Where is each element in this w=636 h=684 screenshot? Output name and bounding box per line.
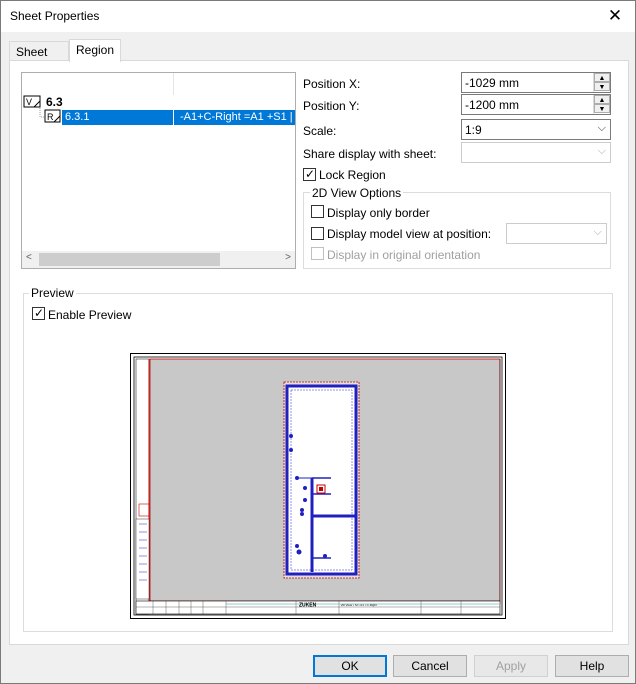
chevron-down-icon: ⌵ bbox=[597, 122, 606, 134]
scroll-thumb[interactable] bbox=[39, 253, 220, 266]
display-model-view-checkbox[interactable] bbox=[311, 227, 324, 240]
spin-down-icon[interactable]: ▼ bbox=[594, 82, 610, 91]
help-button[interactable]: Help bbox=[555, 655, 629, 677]
chevron-down-icon: ⌵ bbox=[597, 145, 606, 157]
horizontal-scrollbar[interactable]: < > bbox=[22, 251, 295, 268]
spin-up-icon[interactable]: ▲ bbox=[594, 95, 610, 104]
spinner-buttons: ▲ ▼ bbox=[593, 95, 610, 114]
title-bar: Sheet Properties ✕ bbox=[1, 1, 635, 32]
display-original-orientation-checkbox[interactable] bbox=[311, 247, 324, 260]
sheet-caption: 2D View • SI • A1 • C-Right bbox=[341, 603, 377, 607]
spin-up-icon[interactable]: ▲ bbox=[594, 73, 610, 82]
scale-select[interactable]: 1:9 ⌵ bbox=[461, 119, 611, 140]
svg-text:V: V bbox=[26, 97, 32, 107]
scroll-left-icon[interactable]: < bbox=[26, 252, 32, 263]
spin-down-icon[interactable]: ▼ bbox=[594, 104, 610, 113]
share-display-label: Share display with sheet: bbox=[303, 147, 437, 161]
dialog-title: Sheet Properties bbox=[10, 9, 100, 23]
display-only-border-label: Display only border bbox=[327, 206, 430, 220]
tree-item-label: 6.3.1 bbox=[65, 111, 90, 123]
sheet-icon: V bbox=[23, 95, 41, 108]
scale-label: Scale: bbox=[303, 124, 337, 138]
cancel-button[interactable]: Cancel bbox=[393, 655, 467, 677]
position-x-label: Position X: bbox=[303, 77, 361, 91]
enable-preview-checkbox[interactable] bbox=[32, 306, 45, 320]
position-y-label: Position Y: bbox=[303, 99, 360, 113]
apply-button[interactable]: Apply bbox=[474, 655, 548, 677]
zuken-logo: ZUKEN bbox=[299, 603, 317, 609]
close-icon[interactable]: ✕ bbox=[601, 3, 629, 29]
chevron-down-icon: ⌵ bbox=[593, 226, 602, 238]
column-divider bbox=[173, 110, 174, 125]
sheet-preview: ZUKEN 2D View • SI • A1 • C-Right bbox=[130, 353, 506, 619]
display-model-view-label: Display model view at position: bbox=[327, 227, 492, 241]
enable-preview-label: Enable Preview bbox=[48, 308, 132, 322]
scale-value: 1:9 bbox=[465, 123, 482, 137]
sheet-preview-drawing: ZUKEN 2D View • SI • A1 • C-Right bbox=[133, 356, 503, 616]
tree-item-detail: -A1+C-Right =A1 +S1 | R bbox=[180, 111, 296, 123]
position-x-input[interactable]: -1029 mm ▲ ▼ bbox=[461, 72, 611, 93]
sheet-properties-dialog: Sheet Properties ✕ Sheet Info Region V 6… bbox=[0, 0, 636, 684]
position-y-input[interactable]: -1200 mm ▲ ▼ bbox=[461, 94, 611, 115]
tree-connector-icon: R bbox=[39, 108, 61, 123]
tab-sheet-info[interactable]: Sheet Info bbox=[9, 41, 69, 73]
spinner-buttons: ▲ ▼ bbox=[593, 73, 610, 92]
tree-item-root[interactable]: V 6.3 bbox=[22, 95, 295, 109]
svg-text:R: R bbox=[47, 112, 54, 122]
model-view-position-select[interactable]: ⌵ bbox=[506, 223, 607, 244]
region-tree[interactable]: V 6.3 R 6.3.1 -A1+C-Right =A1 +S1 | R < … bbox=[21, 72, 296, 269]
column-divider bbox=[173, 73, 174, 95]
scroll-right-icon[interactable]: > bbox=[285, 252, 291, 263]
position-y-value: -1200 mm bbox=[465, 98, 520, 112]
tree-item-label: 6.3 bbox=[46, 95, 63, 109]
display-only-border-checkbox[interactable] bbox=[311, 205, 324, 218]
ok-button[interactable]: OK bbox=[313, 655, 387, 677]
tab-region[interactable]: Region bbox=[69, 39, 121, 62]
view-options-title: 2D View Options bbox=[310, 186, 404, 200]
lock-region-label: Lock Region bbox=[319, 168, 386, 182]
position-x-value: -1029 mm bbox=[465, 76, 520, 90]
lock-region-checkbox[interactable] bbox=[303, 167, 316, 181]
share-display-select[interactable]: ⌵ bbox=[461, 142, 611, 163]
display-original-orientation-label: Display in original orientation bbox=[327, 248, 481, 262]
preview-title: Preview bbox=[29, 286, 76, 300]
tree-item-child[interactable]: R 6.3.1 -A1+C-Right =A1 +S1 | R bbox=[22, 108, 296, 125]
